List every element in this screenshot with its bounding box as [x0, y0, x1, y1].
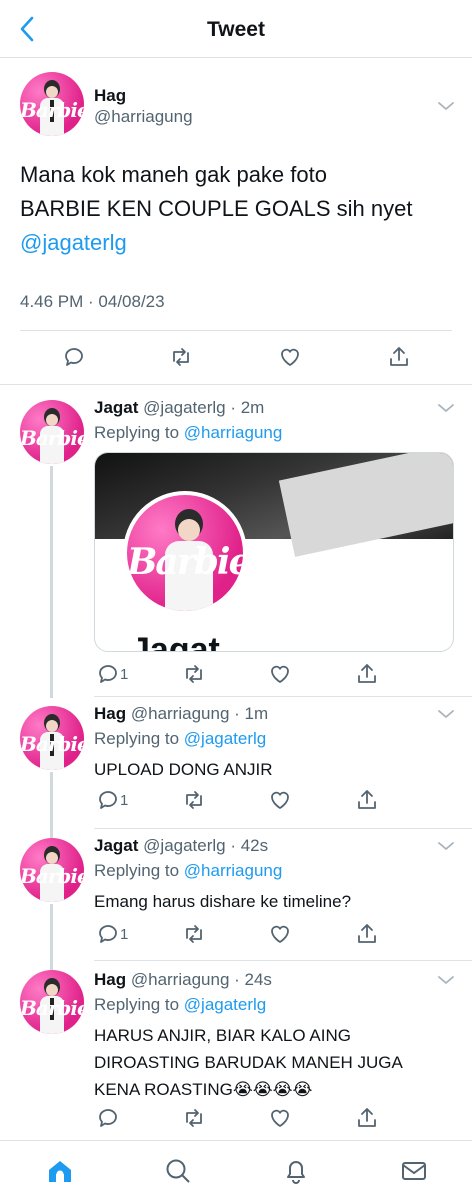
like-icon — [268, 1106, 292, 1130]
replying-to-mention[interactable]: @harriagung — [184, 861, 283, 880]
reply-icon — [96, 788, 120, 812]
replying-to: Replying to @harriagung — [94, 861, 283, 880]
replying-to: Replying to @jagaterlg — [94, 729, 267, 748]
page-title: Tweet — [207, 18, 265, 41]
chevron-down-icon[interactable] — [437, 100, 455, 112]
profile-card-name: Jagat — [131, 631, 220, 652]
retweet-icon — [169, 345, 193, 369]
main-tweet-mention[interactable]: @jagaterlg — [20, 226, 460, 260]
reply-author[interactable]: Jagat @jagaterlg · 42s — [94, 836, 268, 856]
reply-icon — [62, 345, 86, 369]
chevron-down-icon[interactable] — [437, 708, 455, 720]
share-icon — [355, 662, 379, 686]
retweet-icon — [182, 1106, 206, 1130]
share-button[interactable] — [353, 786, 381, 814]
reply-author[interactable]: Hag @harriagung · 24s — [94, 970, 272, 990]
chevron-down-icon[interactable] — [437, 402, 455, 414]
retweet-button[interactable] — [180, 660, 208, 688]
like-icon — [268, 922, 292, 946]
reply-avatar[interactable]: Barbie — [20, 400, 84, 464]
share-button[interactable] — [353, 920, 381, 948]
like-button[interactable] — [266, 786, 294, 814]
thread-line — [50, 466, 53, 698]
reply-icon — [96, 922, 120, 946]
reply-button[interactable] — [94, 1104, 122, 1132]
retweet-icon — [182, 788, 206, 812]
replying-to-mention[interactable]: @jagaterlg — [184, 729, 266, 748]
main-tweet-timestamp[interactable]: 4.46 PM · 04/08/23 — [20, 292, 165, 312]
divider — [94, 696, 472, 697]
reply-button[interactable] — [60, 343, 88, 371]
divider — [0, 384, 472, 385]
share-button[interactable] — [353, 660, 381, 688]
like-icon — [268, 788, 292, 812]
retweet-icon — [182, 662, 206, 686]
share-icon — [355, 1106, 379, 1130]
reply-author[interactable]: Jagat @jagaterlg · 2m — [94, 398, 264, 418]
reply-count: 1 — [120, 792, 129, 809]
like-icon — [278, 345, 302, 369]
like-button[interactable] — [266, 920, 294, 948]
retweet-button[interactable] — [167, 343, 195, 371]
retweet-button[interactable] — [180, 920, 208, 948]
divider — [94, 960, 472, 961]
divider — [94, 828, 472, 829]
main-tweet-text: Mana kok maneh gak pake foto BARBIE KEN … — [20, 158, 460, 260]
replying-to-mention[interactable]: @harriagung — [184, 423, 283, 442]
share-icon — [355, 922, 379, 946]
messages-icon[interactable] — [400, 1157, 428, 1185]
thread-line — [50, 772, 53, 838]
like-button[interactable] — [266, 660, 294, 688]
like-button[interactable] — [276, 343, 304, 371]
reply-avatar[interactable]: Barbie — [20, 970, 84, 1034]
reply-text: Emang harus dishare ke timeline? — [94, 892, 352, 911]
replying-to-mention[interactable]: @jagaterlg — [184, 995, 266, 1014]
replying-to: Replying to @jagaterlg — [94, 995, 267, 1014]
top-navigation-bar: Tweet — [0, 0, 472, 58]
thread-line — [50, 904, 53, 970]
profile-card-avatar: Barbie — [123, 491, 247, 615]
reply-text: UPLOAD DONG ANJIR — [94, 760, 273, 779]
retweet-button[interactable] — [180, 786, 208, 814]
reply-avatar[interactable]: Barbie — [20, 838, 84, 902]
retweet-icon — [182, 922, 206, 946]
search-icon[interactable] — [164, 1157, 192, 1185]
replying-to: Replying to @harriagung — [94, 423, 283, 442]
main-tweet-avatar[interactable]: Barbie — [20, 72, 84, 136]
like-button[interactable] — [266, 1104, 294, 1132]
reply-count: 1 — [120, 666, 129, 683]
profile-card[interactable]: Barbie Jagat — [94, 452, 454, 652]
notifications-icon[interactable] — [282, 1157, 310, 1185]
bottom-tab-bar — [0, 1140, 472, 1200]
reply-button[interactable] — [94, 920, 122, 948]
divider — [20, 330, 452, 331]
reply-button[interactable] — [94, 660, 122, 688]
like-icon — [268, 662, 292, 686]
share-icon — [355, 788, 379, 812]
avatar-wordmark: Barbie — [20, 98, 84, 122]
reply-icon — [96, 1106, 120, 1130]
chevron-down-icon[interactable] — [437, 840, 455, 852]
reply-icon — [96, 662, 120, 686]
share-icon — [387, 345, 411, 369]
reply-avatar[interactable]: Barbie — [20, 706, 84, 770]
share-button[interactable] — [385, 343, 413, 371]
home-icon[interactable] — [46, 1157, 74, 1185]
reply-author[interactable]: Hag @harriagung · 1m — [94, 704, 268, 724]
reply-button[interactable] — [94, 786, 122, 814]
reply-count: 1 — [120, 926, 129, 943]
share-button[interactable] — [353, 1104, 381, 1132]
chevron-down-icon[interactable] — [437, 974, 455, 986]
reply-text: HARUS ANJIR, BIAR KALO AING DIROASTING B… — [94, 1026, 403, 1099]
main-tweet-author-handle[interactable]: @harriagung — [94, 107, 193, 127]
retweet-button[interactable] — [180, 1104, 208, 1132]
main-tweet-author-name[interactable]: Hag — [94, 86, 126, 106]
